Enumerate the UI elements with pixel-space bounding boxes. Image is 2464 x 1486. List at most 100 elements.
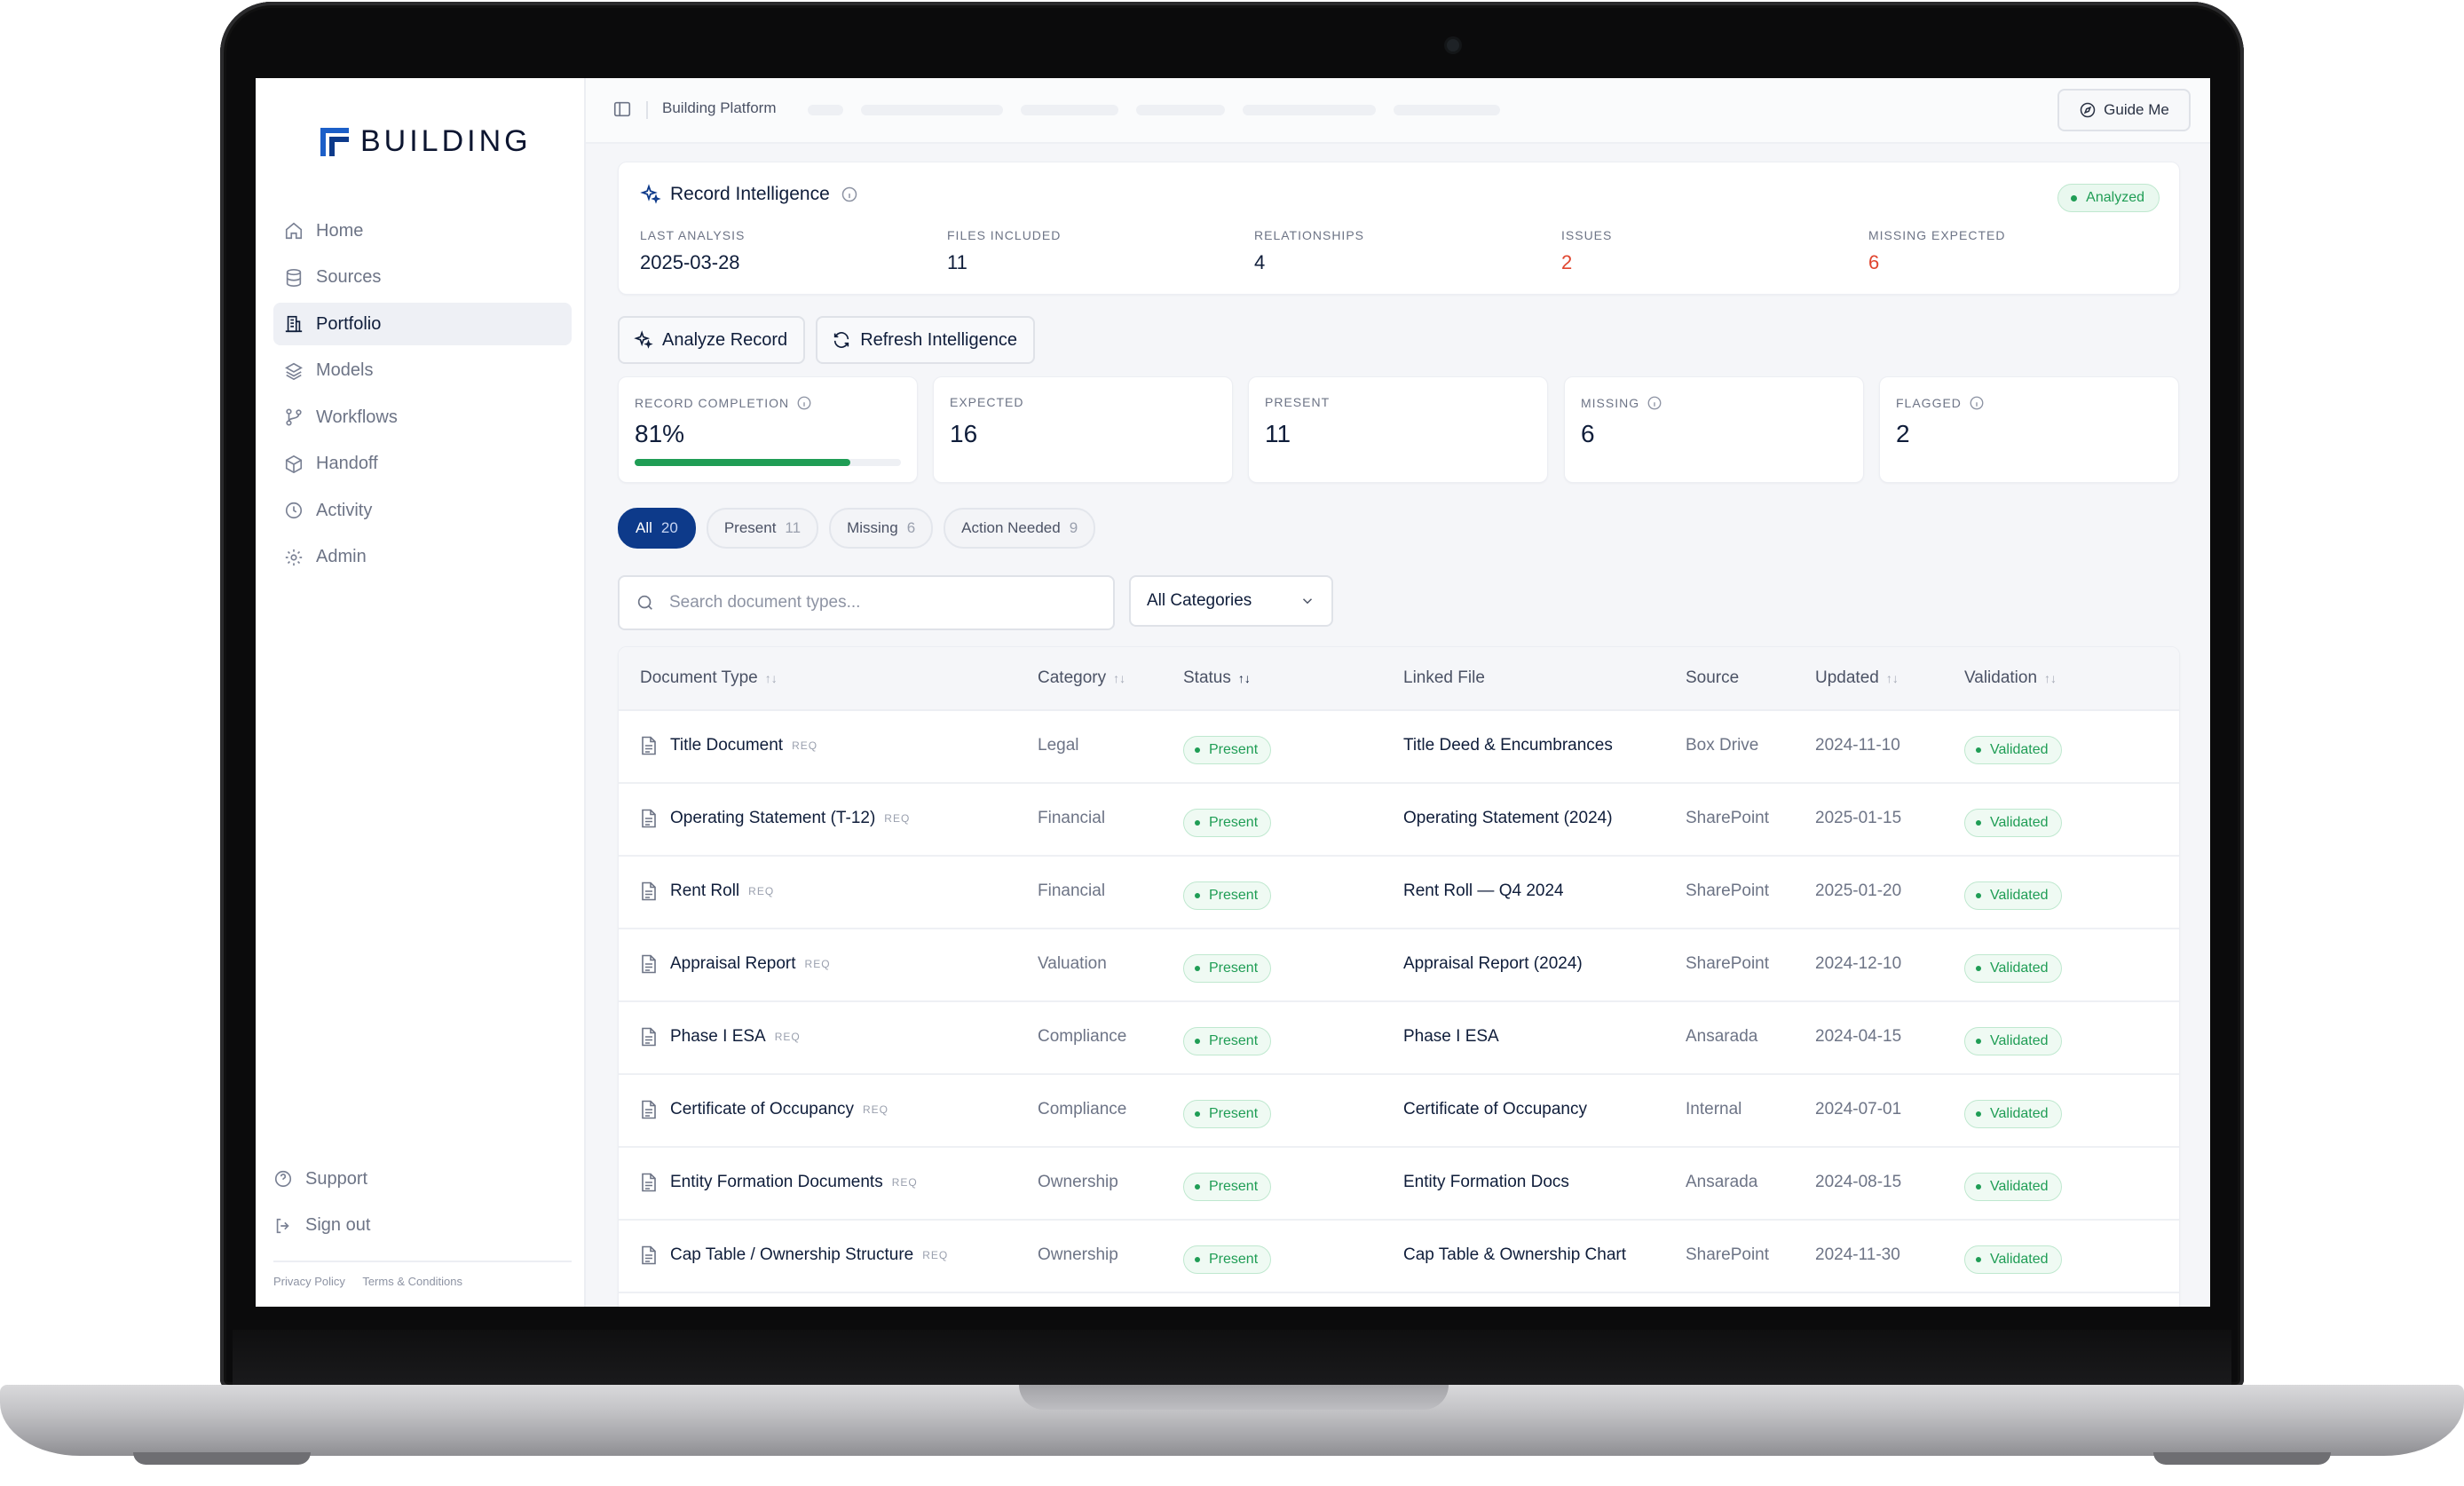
status-cell: Present [1183, 1100, 1272, 1128]
stat-missing-expected: MISSING EXPECTED 6 [1868, 228, 2005, 274]
status-badge: Present [1183, 1027, 1272, 1055]
table-row[interactable]: Rent Roll REQ Financial Present Rent Roll — … [619, 857, 2179, 929]
updated-cell: 2024-11-30 [1815, 1245, 1900, 1264]
linked-file-cell[interactable]: Title Deed & Encumbrances [1403, 736, 1613, 755]
table-row[interactable]: Operating Statement (T-12) REQ Financial Pr… [619, 784, 2179, 857]
document-type-cell[interactable]: Rent Roll REQ [640, 881, 774, 901]
support-link[interactable]: Support [273, 1158, 572, 1200]
sidebar-item-home[interactable]: Home [273, 209, 572, 252]
table-row[interactable]: Title Document REQ Legal Present Title Deed … [619, 711, 2179, 784]
info-icon[interactable] [1647, 395, 1662, 411]
table-row[interactable]: Certificate of Occupancy REQ Compliance Pre… [619, 1075, 2179, 1148]
table-row[interactable]: Cap Table / Ownership Structure REQ Owners… [619, 1221, 2179, 1293]
validation-badge-label: Validated [1990, 888, 2049, 903]
blurred-breadcrumb [1394, 105, 1500, 115]
info-icon[interactable] [1969, 395, 1985, 411]
linked-file-cell[interactable]: Rent Roll — Q4 2024 [1403, 881, 1564, 901]
info-icon[interactable] [841, 186, 858, 203]
document-type-cell[interactable]: Appraisal Report REQ [640, 954, 831, 974]
chip-label: Present [723, 519, 777, 536]
source-cell: Ansarada [1686, 1173, 1758, 1191]
document-type-cell[interactable]: Operating Statement (T-12) REQ [640, 809, 910, 828]
category-cell: Financial [1038, 881, 1106, 900]
table-row[interactable]: Entity Formation Documents REQ Ownership Pr… [619, 1148, 2179, 1221]
document-type-cell[interactable]: Certificate of Occupancy REQ [640, 1100, 888, 1119]
status-badge: Present [1183, 881, 1272, 910]
stat-value: 11 [947, 251, 967, 273]
updated-cell: 2024-12-10 [1815, 954, 1902, 973]
column-header-category[interactable]: Category ↑↓ [1038, 668, 1125, 688]
help-circle-icon [273, 1169, 293, 1189]
blurred-breadcrumb [808, 105, 843, 115]
stat-label: ISSUES [1561, 228, 1613, 242]
brand-logo[interactable]: BUILDING [320, 124, 532, 159]
linked-file-cell[interactable]: Cap Table & Ownership Chart [1403, 1245, 1626, 1265]
category-select[interactable]: All Categories [1129, 575, 1333, 627]
required-tag: REQ [891, 1176, 918, 1189]
stat-value: 4 [1254, 251, 1266, 273]
document-type-cell[interactable]: Phase I ESA REQ [640, 1027, 801, 1047]
search-input[interactable] [667, 592, 1097, 613]
column-header-updated[interactable]: Updated ↑↓ [1815, 668, 1899, 688]
status-badge: Present [1183, 954, 1272, 983]
breadcrumb[interactable]: Building Platform [662, 99, 777, 117]
document-type-name: Certificate of Occupancy [670, 1100, 854, 1118]
updated-cell: 2025-01-15 [1815, 809, 1902, 827]
filter-chip-present[interactable]: Present 11 [706, 508, 819, 549]
category-cell: Compliance [1038, 1100, 1127, 1118]
sidebar-item-workflows[interactable]: Workflows [273, 396, 572, 439]
sidebar-bottom-nav: Support Sign out [273, 1158, 572, 1251]
table-row[interactable]: Phase I ESA REQ Compliance Present Phase I E… [619, 1002, 2179, 1075]
sidebar-item-models[interactable]: Models [273, 350, 572, 392]
validation-cell: Validated [1964, 809, 2062, 837]
column-header-status[interactable]: Status ↑↓ [1183, 668, 1251, 688]
sidebar-item-handoff[interactable]: Handoff [273, 443, 572, 486]
guide-me-button[interactable]: Guide Me [2057, 89, 2191, 131]
validation-badge-label: Validated [1990, 742, 2049, 757]
building-icon [284, 314, 304, 334]
column-header-document-type[interactable]: Document Type ↑↓ [640, 668, 778, 688]
status-cell: Present [1183, 1173, 1272, 1201]
filter-chip-missing[interactable]: Missing 6 [829, 508, 934, 549]
document-icon [640, 1027, 658, 1047]
linked-file-cell[interactable]: Appraisal Report (2024) [1403, 954, 1583, 974]
sidebar-item-portfolio[interactable]: Portfolio [273, 303, 572, 345]
linked-file-cell[interactable]: Entity Formation Docs [1403, 1173, 1569, 1192]
status-dot [1195, 1257, 1200, 1262]
linked-file-cell[interactable]: Phase I ESA [1403, 1027, 1499, 1047]
stat-value: 2025-03-28 [640, 251, 740, 273]
validation-badge-label: Validated [1990, 815, 2049, 830]
metric-label-text: FLAGGED [1896, 396, 1962, 410]
updated-cell: 2024-11-10 [1815, 736, 1900, 755]
column-header-validation[interactable]: Validation ↑↓ [1964, 668, 2057, 688]
filter-chip-all[interactable]: All 20 [618, 508, 696, 549]
document-type-cell[interactable]: Cap Table / Ownership Structure REQ [640, 1245, 948, 1265]
document-type-cell[interactable]: Entity Formation Documents REQ [640, 1173, 918, 1192]
sidebar-item-sources[interactable]: Sources [273, 257, 572, 299]
category-cell: Ownership [1038, 1245, 1118, 1264]
sign-out-link[interactable]: Sign out [273, 1205, 572, 1247]
validation-badge-label: Validated [1990, 1106, 2049, 1121]
status-dot [1195, 1039, 1200, 1044]
linked-file-cell[interactable]: Operating Statement (2024) [1403, 809, 1613, 828]
privacy-policy-link[interactable]: Privacy Policy [273, 1275, 345, 1288]
sidebar-footer: Privacy Policy Terms & Conditions [273, 1261, 572, 1288]
analyze-record-button[interactable]: Analyze Record [618, 316, 806, 364]
filter-chip-action-needed[interactable]: Action Needed 9 [944, 508, 1096, 549]
refresh-intelligence-button[interactable]: Refresh Intelligence [816, 316, 1035, 364]
linked-file-cell[interactable]: Certificate of Occupancy [1403, 1100, 1587, 1119]
sidebar-toggle-icon[interactable] [612, 99, 632, 119]
document-type-cell[interactable]: Title Document REQ [640, 736, 817, 755]
sidebar-item-admin[interactable]: Admin [273, 536, 572, 579]
sparkles-icon [640, 184, 661, 205]
required-tag: REQ [792, 739, 818, 752]
status-cell: Present [1183, 1027, 1272, 1055]
main-nav: Home Sources Portfolio Models Workflows … [273, 209, 572, 582]
terms-link[interactable]: Terms & Conditions [362, 1275, 462, 1288]
info-icon[interactable] [796, 395, 812, 411]
laptop-foot [2153, 1452, 2331, 1465]
validation-badge: Validated [1964, 1173, 2062, 1201]
sidebar-item-activity[interactable]: Activity [273, 489, 572, 532]
table-row[interactable]: Appraisal Report REQ Valuation Present Appra… [619, 929, 2179, 1002]
stat-value: 2 [1561, 251, 1573, 273]
